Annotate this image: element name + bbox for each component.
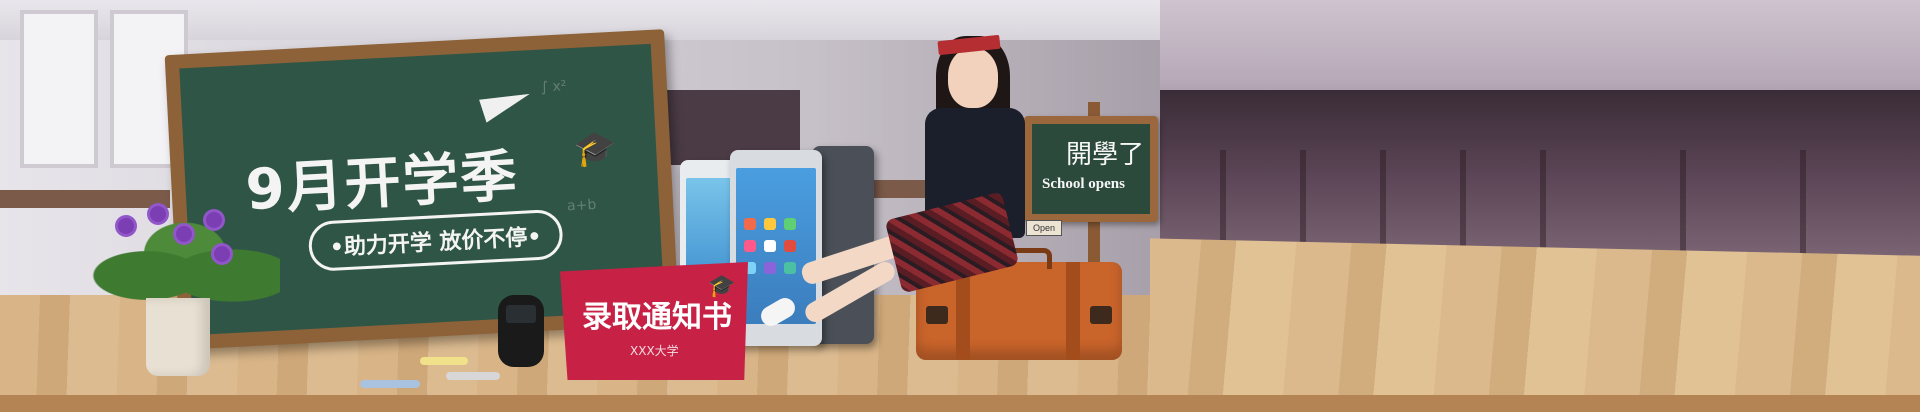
paper-plane-icon bbox=[479, 84, 535, 123]
university-name: XXX大学 bbox=[630, 344, 679, 358]
app-icon bbox=[744, 240, 756, 252]
girl-face bbox=[948, 48, 998, 108]
sign-title-chinese: 開學了 bbox=[1066, 140, 1145, 170]
admission-letter-title: 录取通知书 bbox=[582, 300, 732, 335]
suitcase-buckle bbox=[1090, 306, 1112, 324]
violet-flower bbox=[176, 226, 192, 242]
seat-slat bbox=[1680, 150, 1686, 260]
sign-board: 開學了 School opens bbox=[1032, 124, 1150, 214]
flower-pot bbox=[146, 298, 210, 376]
chalk-scribble: a+b bbox=[566, 196, 597, 215]
open-tag: Open bbox=[1026, 220, 1062, 236]
violet-flower bbox=[118, 218, 134, 234]
smart-watch bbox=[498, 295, 544, 367]
sign-title-english: School opens bbox=[1042, 176, 1125, 192]
seat-slat bbox=[1540, 150, 1546, 260]
banner: ∫ x² a+b 🎓 9月开学季 •助力开学 放价不停• 🎓 录取通知书 XXX… bbox=[0, 0, 1920, 412]
board-title: 9月开学季 bbox=[244, 143, 521, 224]
seat-slat bbox=[1380, 150, 1386, 260]
suitcase-strap bbox=[1066, 262, 1080, 360]
app-icon bbox=[784, 262, 796, 274]
chalk-stick bbox=[360, 380, 420, 388]
app-icon bbox=[764, 262, 776, 274]
table-edge bbox=[0, 395, 1920, 412]
school-sign: 開學了 School opens bbox=[1024, 116, 1158, 222]
graduation-cap-icon: 🎓 bbox=[573, 127, 618, 170]
background-desk bbox=[0, 190, 170, 208]
seat-slat bbox=[1800, 150, 1806, 260]
chalk-stick bbox=[420, 357, 468, 365]
seat-slat bbox=[1460, 150, 1466, 260]
chalk-stick bbox=[446, 372, 500, 380]
app-icon bbox=[784, 240, 796, 252]
suitcase-buckle bbox=[926, 306, 948, 324]
app-icon bbox=[744, 218, 756, 230]
violet-flower bbox=[214, 246, 230, 262]
app-icon bbox=[764, 240, 776, 252]
app-icon bbox=[784, 218, 796, 230]
violet-flower bbox=[150, 206, 166, 222]
app-icon bbox=[764, 218, 776, 230]
chalk-scribble: ∫ x² bbox=[540, 78, 567, 96]
admission-letter-card: 🎓 录取通知书 XXX大学 bbox=[560, 262, 748, 380]
watch-face bbox=[506, 305, 536, 323]
violet-flower bbox=[206, 212, 222, 228]
window bbox=[20, 10, 98, 168]
